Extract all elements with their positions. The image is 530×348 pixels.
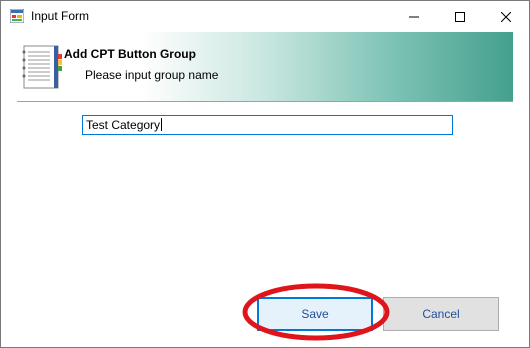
minimize-button[interactable] [391, 1, 437, 32]
cancel-button[interactable]: Cancel [383, 297, 499, 331]
window-title: Input Form [31, 9, 90, 23]
group-name-value: Test Category [86, 118, 161, 132]
title-bar[interactable]: Input Form [1, 1, 529, 32]
close-icon [501, 11, 511, 22]
cancel-button-label: Cancel [422, 307, 460, 321]
banner-subtitle: Please input group name [85, 68, 219, 82]
close-button[interactable] [483, 1, 529, 32]
group-name-input[interactable]: Test Category [82, 115, 453, 135]
banner-title: Add CPT Button Group [64, 47, 196, 61]
save-button[interactable]: Save [257, 297, 373, 331]
save-button-label: Save [301, 307, 329, 321]
minimize-icon [409, 16, 419, 17]
maximize-button[interactable] [437, 1, 483, 32]
input-form-window: Input Form Add CPT Button Group Please i… [0, 0, 530, 348]
maximize-icon [455, 11, 465, 22]
form-app-icon [10, 9, 24, 23]
header-banner: Add CPT Button Group Please input group … [17, 32, 513, 101]
header-separator [17, 101, 513, 103]
text-caret [161, 118, 163, 131]
notebook-icon [22, 45, 62, 89]
